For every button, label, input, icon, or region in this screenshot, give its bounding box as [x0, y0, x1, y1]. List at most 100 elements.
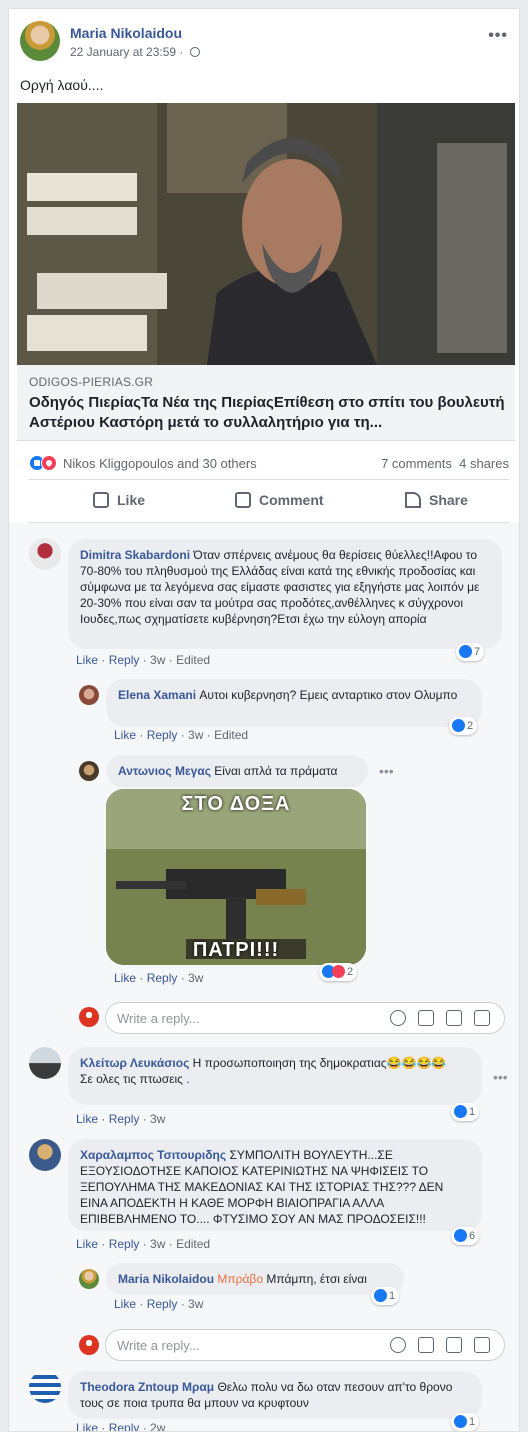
- sticker-icon[interactable]: [474, 1010, 490, 1026]
- like-reaction-icon: [459, 645, 472, 658]
- post-author[interactable]: Maria Nikolaidou: [70, 25, 182, 41]
- emoji-icon[interactable]: [390, 1337, 406, 1353]
- comment-author[interactable]: Χαραλαμπος Τσιτουριδης: [80, 1148, 226, 1162]
- post-card: Maria Nikolaidou 22 January at 23:59 · •…: [8, 8, 520, 1432]
- like-link[interactable]: Like: [114, 1297, 136, 1311]
- comment-button[interactable]: Comment: [235, 492, 324, 508]
- share-arrow-icon: [405, 492, 421, 508]
- comment-time[interactable]: 3w: [150, 1237, 165, 1251]
- image-caption-bottom: ΠΑΤΡΙ!!!: [192, 939, 280, 961]
- comment-reactions[interactable]: 2: [449, 717, 478, 735]
- sticker-icon[interactable]: [474, 1337, 490, 1353]
- reaction-count: 2: [347, 966, 354, 978]
- comment-meta: Like · Reply · 3w · Edited: [76, 653, 211, 667]
- comment-author[interactable]: Elena Xamani: [118, 688, 196, 702]
- comment-time[interactable]: 3w: [188, 728, 203, 742]
- comment-time[interactable]: 2w: [150, 1421, 165, 1431]
- like-button[interactable]: Like: [93, 492, 145, 508]
- comment-time[interactable]: 3w: [150, 653, 165, 667]
- camera-icon[interactable]: [418, 1337, 434, 1353]
- counts: 7 comments 4 shares: [381, 456, 509, 471]
- comment-reactions[interactable]: 7: [456, 643, 485, 661]
- post-text: Οργή λαού....: [20, 77, 104, 93]
- love-reaction-icon: [41, 455, 57, 471]
- thumbs-up-icon: [93, 492, 109, 508]
- shares-count[interactable]: 4 shares: [459, 456, 509, 471]
- reaction-count: 2: [467, 720, 474, 732]
- camera-icon[interactable]: [418, 1010, 434, 1026]
- more-options-icon[interactable]: •••: [379, 763, 394, 779]
- like-label: Like: [117, 492, 146, 508]
- like-link[interactable]: Like: [76, 1112, 98, 1126]
- avatar[interactable]: [79, 685, 99, 705]
- author-avatar[interactable]: [20, 21, 60, 61]
- post-timestamp[interactable]: 22 January at 23:59 ·: [70, 45, 200, 59]
- avatar[interactable]: [29, 1371, 61, 1403]
- speech-bubble-icon: [235, 492, 251, 508]
- comment-reactions[interactable]: 1: [371, 1287, 400, 1305]
- avatar[interactable]: [29, 538, 61, 570]
- avatar[interactable]: [79, 761, 99, 781]
- comment-reactions[interactable]: 6: [451, 1227, 480, 1245]
- reply-link[interactable]: Reply: [109, 1112, 140, 1126]
- link-preview-image[interactable]: [17, 103, 515, 365]
- reaction-count: 1: [469, 1416, 476, 1428]
- comment-reactions[interactable]: 1: [451, 1413, 480, 1431]
- emoji-icon[interactable]: [390, 1010, 406, 1026]
- reply-link[interactable]: Reply: [147, 728, 178, 742]
- comment-time[interactable]: 3w: [188, 971, 203, 985]
- love-reaction-icon: [332, 965, 345, 978]
- reply-link[interactable]: Reply: [147, 971, 178, 985]
- more-options-icon[interactable]: •••: [493, 1069, 508, 1085]
- like-link[interactable]: Like: [76, 653, 98, 667]
- gif-icon[interactable]: [446, 1010, 462, 1026]
- reply-link[interactable]: Reply: [147, 1297, 178, 1311]
- comment-meta: Like · Reply · 3w: [114, 971, 204, 985]
- reaction-count: 1: [389, 1290, 396, 1302]
- more-options-icon[interactable]: •••: [488, 27, 508, 45]
- comments-section: Dimitra Skabardoni Όταν σπέρνεις ανέμους…: [9, 523, 519, 1431]
- avatar[interactable]: [79, 1269, 99, 1289]
- comment-text: Η προσωποποιηση της δημοκρατιας😂😂😂😂: [192, 1056, 447, 1070]
- gif-icon[interactable]: [446, 1337, 462, 1353]
- like-reaction-icon: [454, 1105, 467, 1118]
- comment-reactions[interactable]: 2: [319, 963, 358, 981]
- reactions-summary[interactable]: Nikos Kliggopoulos and 30 others: [63, 456, 257, 471]
- comment-reactions[interactable]: 1: [451, 1103, 480, 1121]
- reply-link[interactable]: Reply: [109, 653, 140, 667]
- avatar[interactable]: [29, 1047, 61, 1079]
- reply-input[interactable]: Write a reply...: [105, 1002, 505, 1034]
- reply-link[interactable]: Reply: [109, 1237, 140, 1251]
- reaction-count: 6: [469, 1230, 476, 1242]
- like-link[interactable]: Like: [114, 728, 136, 742]
- link-title[interactable]: Οδηγός ΠιερίαςΤα Νέα της ΠιερίαςΕπίθεση …: [29, 393, 509, 433]
- comment-time[interactable]: 3w: [150, 1112, 165, 1126]
- like-link[interactable]: Like: [76, 1421, 98, 1431]
- reply-link[interactable]: Reply: [109, 1421, 140, 1431]
- comment-time[interactable]: 3w: [188, 1297, 203, 1311]
- comment-author[interactable]: Maria Nikolaidou: [118, 1272, 214, 1286]
- like-reaction-icon: [454, 1415, 467, 1428]
- like-link[interactable]: Like: [114, 971, 136, 985]
- comment-text: Μπάμπη, έτσι είναι: [266, 1272, 367, 1286]
- comment-meta: Like · Reply · 3w · Edited: [114, 728, 249, 742]
- comment-bubble: Αντωνιος Μεγας Είναι απλά τα πράματα: [106, 755, 368, 787]
- comments-count[interactable]: 7 comments: [381, 456, 452, 471]
- share-button[interactable]: Share: [405, 492, 468, 508]
- timestamp-text[interactable]: 22 January at 23:59: [70, 45, 176, 59]
- comment-text: Αυτοι κυβερνηση? Εμεις ανταρτικο στον Ολ…: [199, 688, 458, 702]
- comment-author[interactable]: Dimitra Skabardoni: [80, 548, 190, 562]
- link-preview-meta[interactable]: ODIGOS-PIERIAS.GR Οδηγός ΠιερίαςΤα Νέα τ…: [17, 365, 515, 441]
- avatar[interactable]: [29, 1139, 61, 1171]
- comment-author[interactable]: Αντωνιος Μεγας: [118, 764, 211, 778]
- comment-meta: Like · Reply · 3w: [76, 1112, 166, 1126]
- like-link[interactable]: Like: [76, 1237, 98, 1251]
- comment-author[interactable]: Κλείτωρ Λευκάσιος: [80, 1056, 189, 1070]
- reaction-count: 7: [474, 646, 481, 658]
- comment-author[interactable]: Theodora Zntoup Μραμ: [80, 1380, 214, 1394]
- comment-bubble: Theodora Zntoup Μραμ Θελω πολυ να δω οτα…: [68, 1371, 482, 1419]
- reply-input[interactable]: Write a reply...: [105, 1329, 505, 1361]
- mention-tag[interactable]: Μπράβο: [217, 1272, 263, 1286]
- comment-meta: Like · Reply · 3w: [114, 1297, 204, 1311]
- like-reaction-icon: [374, 1289, 387, 1302]
